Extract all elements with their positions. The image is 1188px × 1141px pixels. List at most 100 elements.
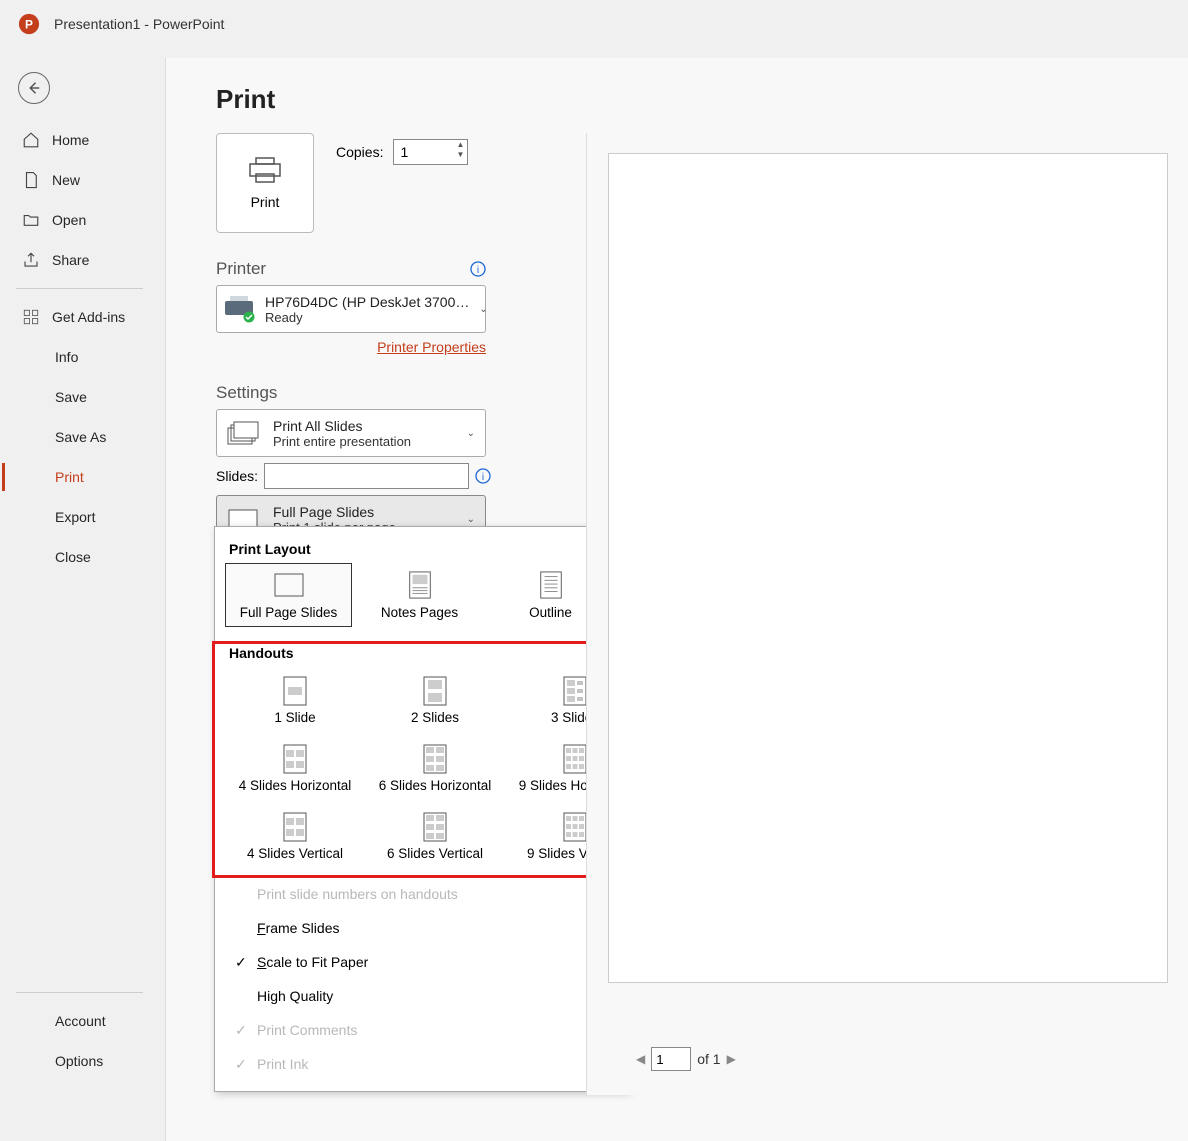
content-area: Print Print Copies: ▲ ▼ Printer i: [165, 58, 1188, 1141]
info-icon[interactable]: i: [475, 468, 491, 484]
window-title: Presentation1 - PowerPoint: [54, 16, 224, 32]
printer-properties-row: Printer Properties: [216, 339, 486, 357]
layout-notes-pages[interactable]: Notes Pages: [356, 563, 483, 627]
sidebar-item-home[interactable]: Home: [0, 120, 165, 160]
option-scale-to-fit[interactable]: ✓Scale to Fit Paper: [225, 945, 614, 979]
chevron-down-icon: ⌄: [467, 428, 479, 439]
sidebar-label: Save: [55, 389, 87, 405]
print-preview-pane: [586, 133, 1188, 1095]
next-page-icon[interactable]: ▶: [727, 1052, 736, 1066]
svg-text:i: i: [477, 265, 479, 276]
sidebar-label: Home: [52, 132, 89, 148]
prev-page-icon[interactable]: ◀: [636, 1052, 645, 1066]
handout-4-vertical[interactable]: 4 Slides Vertical: [225, 803, 365, 869]
print-layout-header: Print Layout: [225, 535, 614, 563]
title-bar: P Presentation1 - PowerPoint: [0, 0, 1188, 48]
slides-stack-icon: [223, 421, 263, 445]
handout-icon: [283, 676, 307, 706]
spin-down-icon[interactable]: ▼: [455, 151, 465, 161]
handout-1-slide[interactable]: 1 Slide: [225, 667, 365, 733]
sidebar-item-saveas[interactable]: Save As: [0, 417, 165, 457]
full-page-icon: [274, 571, 304, 599]
printer-name: HP76D4DC (HP DeskJet 3700…: [265, 294, 469, 310]
page-of-label: of 1: [697, 1051, 720, 1067]
check-icon: ✓: [235, 1056, 251, 1073]
home-icon: [22, 131, 40, 149]
file-icon: [22, 171, 40, 189]
printer-properties-link[interactable]: Printer Properties: [377, 339, 486, 355]
handout-icon: [423, 812, 447, 842]
option-print-comments: ✓Print Comments: [225, 1013, 614, 1047]
back-button[interactable]: [18, 72, 50, 104]
slides-range-input[interactable]: [264, 463, 469, 489]
handout-2-slides[interactable]: 2 Slides: [365, 667, 505, 733]
print-what-title: Print All Slides: [273, 418, 457, 434]
copies-label: Copies:: [336, 144, 383, 160]
handout-icon: [563, 744, 587, 774]
print-button[interactable]: Print: [216, 133, 314, 233]
svg-text:P: P: [25, 18, 33, 32]
handout-icon: [563, 812, 587, 842]
handout-4-horizontal[interactable]: 4 Slides Horizontal: [225, 735, 365, 801]
chevron-down-icon: ⌄: [467, 514, 479, 525]
option-frame-slides[interactable]: Frame Slides: [225, 911, 614, 945]
powerpoint-icon: P: [18, 13, 40, 35]
option-print-slide-numbers: Print slide numbers on handouts: [225, 877, 614, 911]
sidebar-label: Options: [55, 1053, 103, 1069]
sidebar-label: Save As: [55, 429, 106, 445]
sidebar-label: Close: [55, 549, 91, 565]
page-number-input[interactable]: [651, 1047, 691, 1071]
sidebar-item-print[interactable]: Print: [0, 457, 165, 497]
sidebar-item-open[interactable]: Open: [0, 200, 165, 240]
svg-text:i: i: [482, 472, 484, 483]
page-navigation: ◀ of 1 ▶: [636, 1047, 736, 1071]
copies-row: Copies: ▲ ▼: [336, 139, 468, 165]
page-title: Print: [166, 58, 1188, 133]
print-what-sub: Print entire presentation: [273, 434, 457, 449]
sidebar-label: Account: [55, 1013, 106, 1029]
print-layout-options: Full Page Slides Notes Pages Outline: [225, 563, 614, 627]
slides-label: Slides:: [216, 468, 258, 484]
handouts-options: 1 Slide 2 Slides 3 Slides 4 Slides Horiz…: [225, 667, 614, 869]
chevron-down-icon: ⌄: [479, 304, 491, 315]
layout-title: Full Page Slides: [273, 504, 457, 520]
sidebar-item-export[interactable]: Export: [0, 497, 165, 537]
handout-6-horizontal[interactable]: 6 Slides Horizontal: [365, 735, 505, 801]
sidebar-label: Print: [55, 469, 84, 485]
settings-section-header: Settings: [216, 383, 541, 403]
handout-icon: [423, 744, 447, 774]
notes-icon: [405, 571, 435, 599]
sidebar-item-account[interactable]: Account: [0, 1001, 165, 1041]
printer-icon: [248, 156, 282, 184]
print-layout-popup: Print Layout Full Page Slides Notes Page…: [214, 526, 629, 1092]
handout-icon: [423, 676, 447, 706]
sidebar-item-close[interactable]: Close: [0, 537, 165, 577]
sidebar-item-save[interactable]: Save: [0, 377, 165, 417]
printer-status: Ready: [265, 310, 469, 325]
copies-spinbox[interactable]: ▲ ▼: [393, 139, 468, 165]
addins-icon: [22, 308, 40, 326]
print-what-dropdown[interactable]: Print All Slides Print entire presentati…: [216, 409, 486, 457]
sidebar-item-info[interactable]: Info: [0, 337, 165, 377]
layout-full-page-slides[interactable]: Full Page Slides: [225, 563, 352, 627]
sidebar-label: Open: [52, 212, 86, 228]
sidebar-item-share[interactable]: Share: [0, 240, 165, 280]
handout-6-vertical[interactable]: 6 Slides Vertical: [365, 803, 505, 869]
share-icon: [22, 251, 40, 269]
sidebar-item-options[interactable]: Options: [0, 1041, 165, 1081]
slides-range-row: Slides: i: [216, 463, 491, 489]
copies-input[interactable]: [394, 144, 444, 160]
printer-dropdown[interactable]: HP76D4DC (HP DeskJet 3700… Ready ⌄: [216, 285, 486, 333]
handout-icon: [563, 676, 587, 706]
option-high-quality[interactable]: High Quality: [225, 979, 614, 1013]
sidebar-label: Get Add-ins: [52, 309, 125, 325]
sidebar-item-new[interactable]: New: [0, 160, 165, 200]
folder-icon: [22, 211, 40, 229]
handout-icon: [283, 812, 307, 842]
print-button-label: Print: [251, 194, 280, 210]
option-print-ink: ✓Print Ink: [225, 1047, 614, 1081]
handout-icon: [283, 744, 307, 774]
sidebar-item-addins[interactable]: Get Add-ins: [0, 297, 165, 337]
sidebar-label: Share: [52, 252, 89, 268]
info-icon[interactable]: i: [470, 261, 486, 277]
